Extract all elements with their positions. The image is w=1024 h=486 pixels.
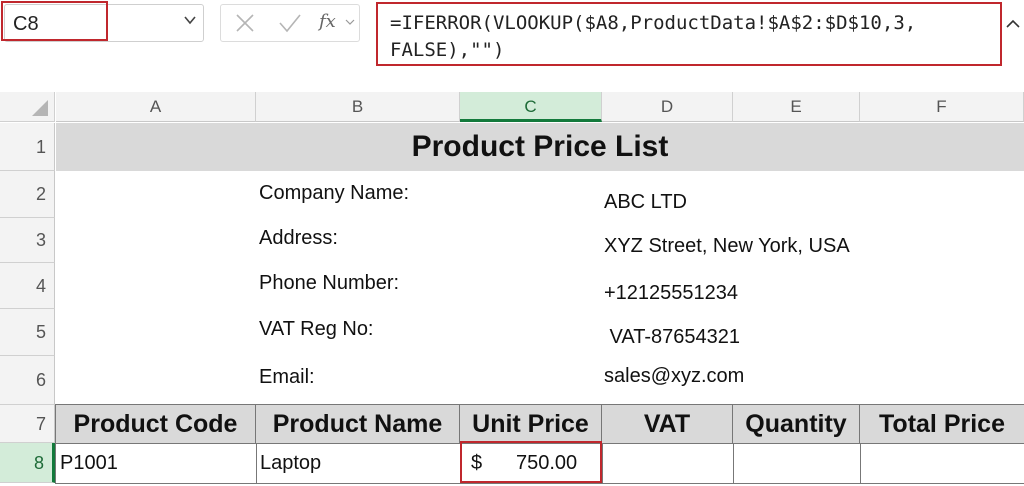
info-value-address[interactable]: XYZ Street, New York, USA <box>604 235 850 258</box>
info-label-address[interactable]: Address: <box>259 227 338 250</box>
table-divider <box>733 443 734 484</box>
insert-function-icon[interactable]: fx <box>319 11 336 32</box>
chevron-down-icon[interactable] <box>345 17 355 27</box>
column-header-a[interactable]: A <box>56 92 256 122</box>
info-value-vat[interactable]: VAT-87654321 <box>604 326 740 349</box>
th-vat[interactable]: VAT <box>602 405 733 443</box>
th-product-name[interactable]: Product Name <box>256 405 460 443</box>
sheet-title[interactable]: Product Price List <box>56 123 1024 171</box>
info-value-email[interactable]: sales@xyz.com <box>604 365 744 388</box>
table-border-left <box>55 404 56 484</box>
table-divider <box>602 443 603 484</box>
table-divider <box>860 443 861 484</box>
column-header-d[interactable]: D <box>602 92 733 122</box>
info-label-company[interactable]: Company Name: <box>259 182 409 205</box>
info-label-vat[interactable]: VAT Reg No: <box>259 318 374 341</box>
formula-bar: C8 fx =IFERROR(VLOOKUP($A8,ProductData!$… <box>0 0 1024 74</box>
column-header-b[interactable]: B <box>256 92 460 122</box>
info-label-phone[interactable]: Phone Number: <box>259 272 399 295</box>
row-header-4[interactable]: 4 <box>0 263 55 309</box>
column-header-e[interactable]: E <box>733 92 860 122</box>
row-header-8[interactable]: 8 <box>0 443 55 483</box>
formula-buttons: fx <box>220 4 360 42</box>
row-header-3[interactable]: 3 <box>0 218 55 263</box>
table-border-bottom <box>56 483 1024 484</box>
selected-cell-highlight <box>460 441 602 483</box>
th-product-code[interactable]: Product Code <box>56 405 256 443</box>
chevron-down-icon[interactable] <box>183 13 197 27</box>
row-header-7[interactable]: 7 <box>0 405 55 443</box>
table-border-top <box>56 404 1024 405</box>
column-header-f[interactable]: F <box>860 92 1024 122</box>
row-header-6[interactable]: 6 <box>0 356 55 405</box>
check-icon[interactable] <box>277 11 303 35</box>
row-header-5[interactable]: 5 <box>0 309 55 356</box>
table-divider <box>256 443 257 484</box>
th-unit-price[interactable]: Unit Price <box>460 405 602 443</box>
select-all-icon <box>32 100 48 116</box>
row-header-2[interactable]: 2 <box>0 171 55 218</box>
column-header-c[interactable]: C <box>460 92 602 122</box>
collapse-formula-bar-icon[interactable] <box>1005 16 1021 32</box>
th-total-price[interactable]: Total Price <box>860 405 1024 443</box>
th-quantity[interactable]: Quantity <box>733 405 860 443</box>
info-value-company[interactable]: ABC LTD <box>604 191 687 214</box>
cell-b8-product-name[interactable]: Laptop <box>260 452 321 475</box>
select-all-corner[interactable] <box>0 92 55 122</box>
cell-a8-product-code[interactable]: P1001 <box>60 452 118 475</box>
formula-input[interactable]: =IFERROR(VLOOKUP($A8,ProductData!$A$2:$D… <box>376 2 1002 66</box>
formula-text: =IFERROR(VLOOKUP($A8,ProductData!$A$2:$D… <box>390 12 917 61</box>
info-value-phone[interactable]: +12125551234 <box>604 282 738 305</box>
row-header-1[interactable]: 1 <box>0 123 55 171</box>
cancel-icon[interactable] <box>233 11 257 35</box>
name-box-highlight <box>1 1 108 41</box>
info-label-email[interactable]: Email: <box>259 366 315 389</box>
